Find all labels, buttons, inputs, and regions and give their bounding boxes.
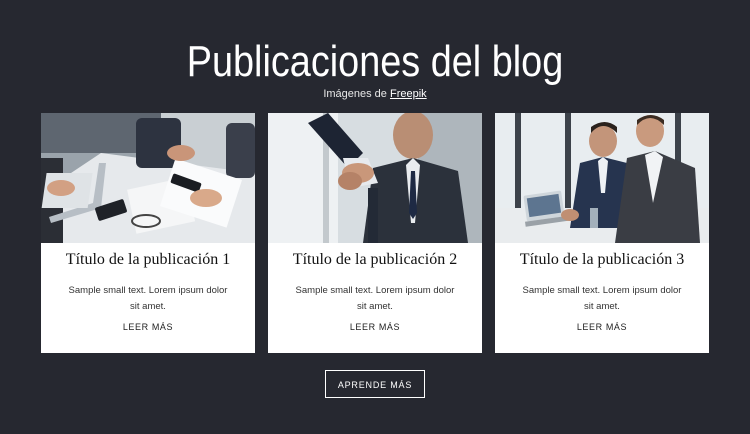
post-3-image[interactable]	[495, 113, 709, 243]
post-1-image[interactable]	[41, 113, 255, 243]
learn-more-button[interactable]: APRENDE MÁS	[325, 370, 425, 398]
post-2-title[interactable]: Título de la publicación 2	[268, 251, 482, 269]
blog-post-card-3: Título de la publicación 3 Sample small …	[495, 113, 709, 353]
credit-link-freepik[interactable]: Freepik	[390, 88, 427, 100]
blog-post-card-1: Título de la publicación 1 Sample small …	[41, 113, 255, 353]
post-3-read-more-link[interactable]: LEER MÁS	[495, 322, 709, 332]
post-1-excerpt: Sample small text. Lorem ipsum dolor sit…	[68, 285, 228, 312]
post-2-excerpt: Sample small text. Lorem ipsum dolor sit…	[295, 285, 455, 312]
page-title: Publicaciones del blog	[186, 37, 564, 86]
credit-prefix: Imágenes de	[323, 88, 387, 100]
post-1-title[interactable]: Título de la publicación 1	[41, 251, 255, 269]
post-2-image[interactable]	[268, 113, 482, 243]
blog-post-card-2: Título de la publicación 2 Sample small …	[268, 113, 482, 353]
post-3-excerpt: Sample small text. Lorem ipsum dolor sit…	[522, 285, 682, 312]
post-2-read-more-link[interactable]: LEER MÁS	[268, 322, 482, 332]
post-3-title[interactable]: Título de la publicación 3	[495, 251, 709, 269]
image-credit: Imágenes de Freepik	[0, 88, 750, 100]
blog-post-grid: Título de la publicación 1 Sample small …	[41, 113, 709, 353]
post-1-read-more-link[interactable]: LEER MÁS	[41, 322, 255, 332]
